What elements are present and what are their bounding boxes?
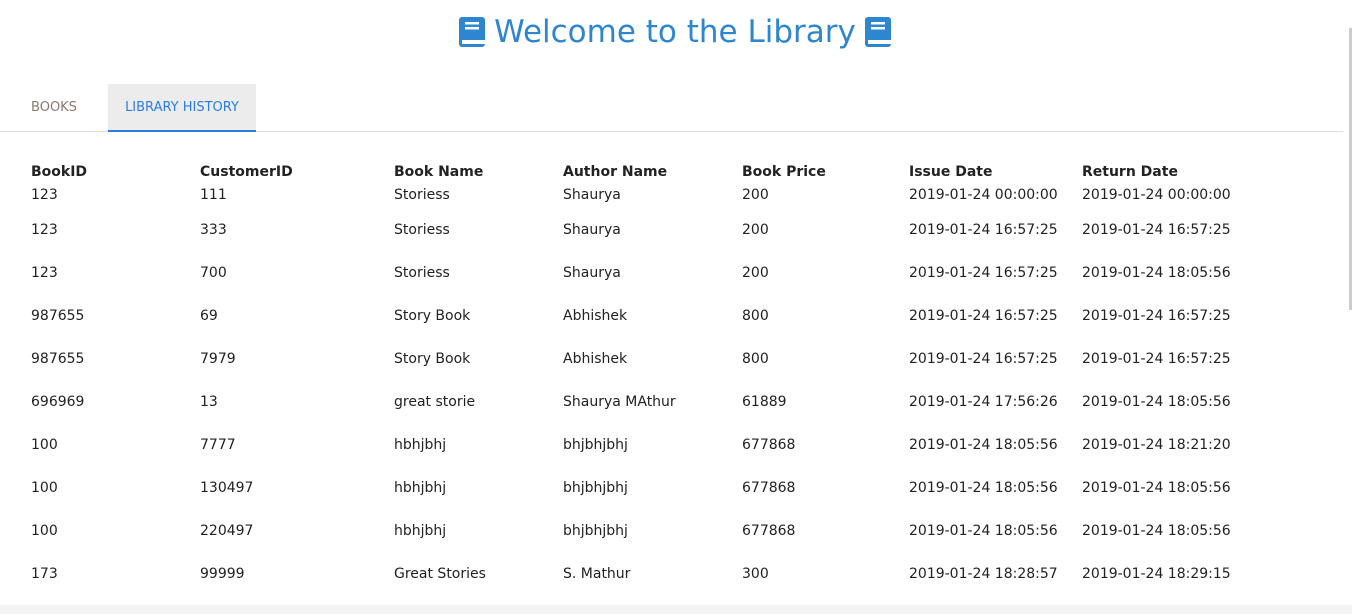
table-row: 100 130497 hbhjbhj bhjbhjbhj 677868 2019-01-2… <box>31 479 1262 522</box>
table-cell: 100 <box>31 437 58 453</box>
table-cell: Great Stories <box>394 566 486 582</box>
table-cell: 2019-01-24 00:00:00 <box>1082 187 1231 203</box>
table-cell: 100 <box>31 523 58 539</box>
table-cell: 677868 <box>742 523 796 539</box>
table-row: 173 99999 Great Stories S. Mathur 300 2019-01… <box>31 565 1262 608</box>
table-cell: 800 <box>742 308 769 324</box>
table-cell: 2019-01-24 18:05:56 <box>1082 523 1231 539</box>
table-cell: hbhjbhj <box>394 523 447 539</box>
table-cell: 2019-01-24 18:05:56 <box>909 437 1058 453</box>
table-cell: 2019-01-24 00:00:00 <box>909 187 1058 203</box>
table-cell: 677868 <box>742 437 796 453</box>
table-cell: Story Book <box>394 308 471 324</box>
table-cell: 2019-01-24 16:57:25 <box>909 222 1058 238</box>
table-cell: great storie <box>394 394 476 410</box>
table-cell: 2019-01-24 18:05:56 <box>1082 480 1231 496</box>
table-cell: 677868 <box>742 480 796 496</box>
table-cell: 13 <box>200 394 218 410</box>
table-cell: 111 <box>200 187 227 203</box>
table-cell: 987655 <box>31 308 85 324</box>
table-cell: Abhishek <box>563 351 628 367</box>
table-cell: 200 <box>742 222 769 238</box>
history-table: BookID CustomerID Book Name Author Name Book… <box>31 158 1262 608</box>
book-icon <box>864 17 891 47</box>
table-cell: Storiess <box>394 222 450 238</box>
table-cell: bhjbhjbhj <box>563 480 628 496</box>
table-cell: 2019-01-24 16:57:25 <box>909 265 1058 281</box>
column-header: BookID <box>31 164 88 180</box>
table-cell: 2019-01-24 18:05:56 <box>1082 394 1231 410</box>
table-cell: 700 <box>200 265 227 281</box>
table-cell: 987655 <box>31 351 85 367</box>
table-row: 123 700 Storiess Shaurya 200 2019-01-24 16:57… <box>31 264 1262 307</box>
table-row: 987655 7979 Story Book Abhishek 800 2019-01-2… <box>31 350 1262 393</box>
table-cell: 2019-01-24 18:05:56 <box>1082 265 1231 281</box>
table-cell: 100 <box>31 480 58 496</box>
table-cell: 2019-01-24 18:29:15 <box>1082 566 1231 582</box>
column-header: Book Name <box>394 164 484 180</box>
column-header: CustomerID <box>200 164 293 180</box>
table-cell: 2019-01-24 18:21:20 <box>1082 437 1231 453</box>
table-cell: 200 <box>742 265 769 281</box>
column-header: Return Date <box>1082 164 1178 180</box>
title-text: Welcome to the Library <box>494 14 856 50</box>
table-cell: 130497 <box>200 480 254 496</box>
table-row: 696969 13 great storie Shaurya MAthur 61889 2… <box>31 393 1262 436</box>
table-cell: 200 <box>742 187 769 203</box>
table-row: 123 111 Storiess Shaurya 200 2019-01-24 00:00… <box>31 186 1262 221</box>
table-cell: Shaurya MAthur <box>563 394 676 410</box>
table-cell: 7777 <box>200 437 236 453</box>
table-cell: 220497 <box>200 523 254 539</box>
table-cell: Storiess <box>394 265 450 281</box>
page-title: Welcome to the Library <box>0 14 1350 50</box>
table-cell: 800 <box>742 351 769 367</box>
tab-library-history[interactable]: LIBRARY HISTORY <box>108 84 256 132</box>
table-cell: 123 <box>31 265 58 281</box>
table-cell: hbhjbhj <box>394 480 447 496</box>
table-cell: 173 <box>31 566 58 582</box>
table-cell: 2019-01-24 16:57:25 <box>1082 222 1231 238</box>
table-cell: Storiess <box>394 187 450 203</box>
table-cell: 123 <box>31 222 58 238</box>
table-cell: Story Book <box>394 351 471 367</box>
table-cell: 2019-01-24 16:57:25 <box>1082 351 1231 367</box>
table-cell: 2019-01-24 17:56:26 <box>909 394 1058 410</box>
table-cell: 333 <box>200 222 227 238</box>
column-header: Author Name <box>563 164 668 180</box>
table-cell: 69 <box>200 308 218 324</box>
table-cell: Shaurya <box>563 265 621 281</box>
table-cell: 2019-01-24 18:28:57 <box>909 566 1058 582</box>
table-cell: bhjbhjbhj <box>563 523 628 539</box>
horizontal-scroll-track <box>0 605 1352 614</box>
table-cell: 2019-01-24 16:57:25 <box>1082 308 1231 324</box>
table-row: 987655 69 Story Book Abhishek 800 2019-01-24 … <box>31 307 1262 350</box>
table-row: 100 7777 hbhjbhj bhjbhjbhj 677868 2019-01-24 … <box>31 436 1262 479</box>
table-cell: 123 <box>31 187 58 203</box>
tab-bar: BOOKS LIBRARY HISTORY <box>0 84 1343 132</box>
table-cell: 300 <box>742 566 769 582</box>
column-header: Book Price <box>742 164 826 180</box>
tab-books[interactable]: BOOKS <box>0 84 108 130</box>
table-cell: 7979 <box>200 351 236 367</box>
table-cell: S. Mathur <box>563 566 631 582</box>
table-row: 100 220497 hbhjbhj bhjbhjbhj 677868 2019-01-2… <box>31 522 1262 565</box>
column-header: Issue Date <box>909 164 993 180</box>
table-cell: 99999 <box>200 566 245 582</box>
table-cell: hbhjbhj <box>394 437 447 453</box>
table-cell: 2019-01-24 16:57:25 <box>909 351 1058 367</box>
table-cell: 61889 <box>742 394 787 410</box>
table-cell: bhjbhjbhj <box>563 437 628 453</box>
table-cell: 696969 <box>31 394 85 410</box>
table-header-row: BookID CustomerID Book Name Author Name Book… <box>31 158 1262 186</box>
table-cell: 2019-01-24 16:57:25 <box>909 308 1058 324</box>
table-cell: Shaurya <box>563 222 621 238</box>
table-cell: 2019-01-24 18:05:56 <box>909 523 1058 539</box>
book-icon <box>459 17 486 47</box>
table-cell: 2019-01-24 18:05:56 <box>909 480 1058 496</box>
table-cell: Shaurya <box>563 187 621 203</box>
table-cell: Abhishek <box>563 308 628 324</box>
table-row: 123 333 Storiess Shaurya 200 2019-01-24 16:57… <box>31 221 1262 264</box>
